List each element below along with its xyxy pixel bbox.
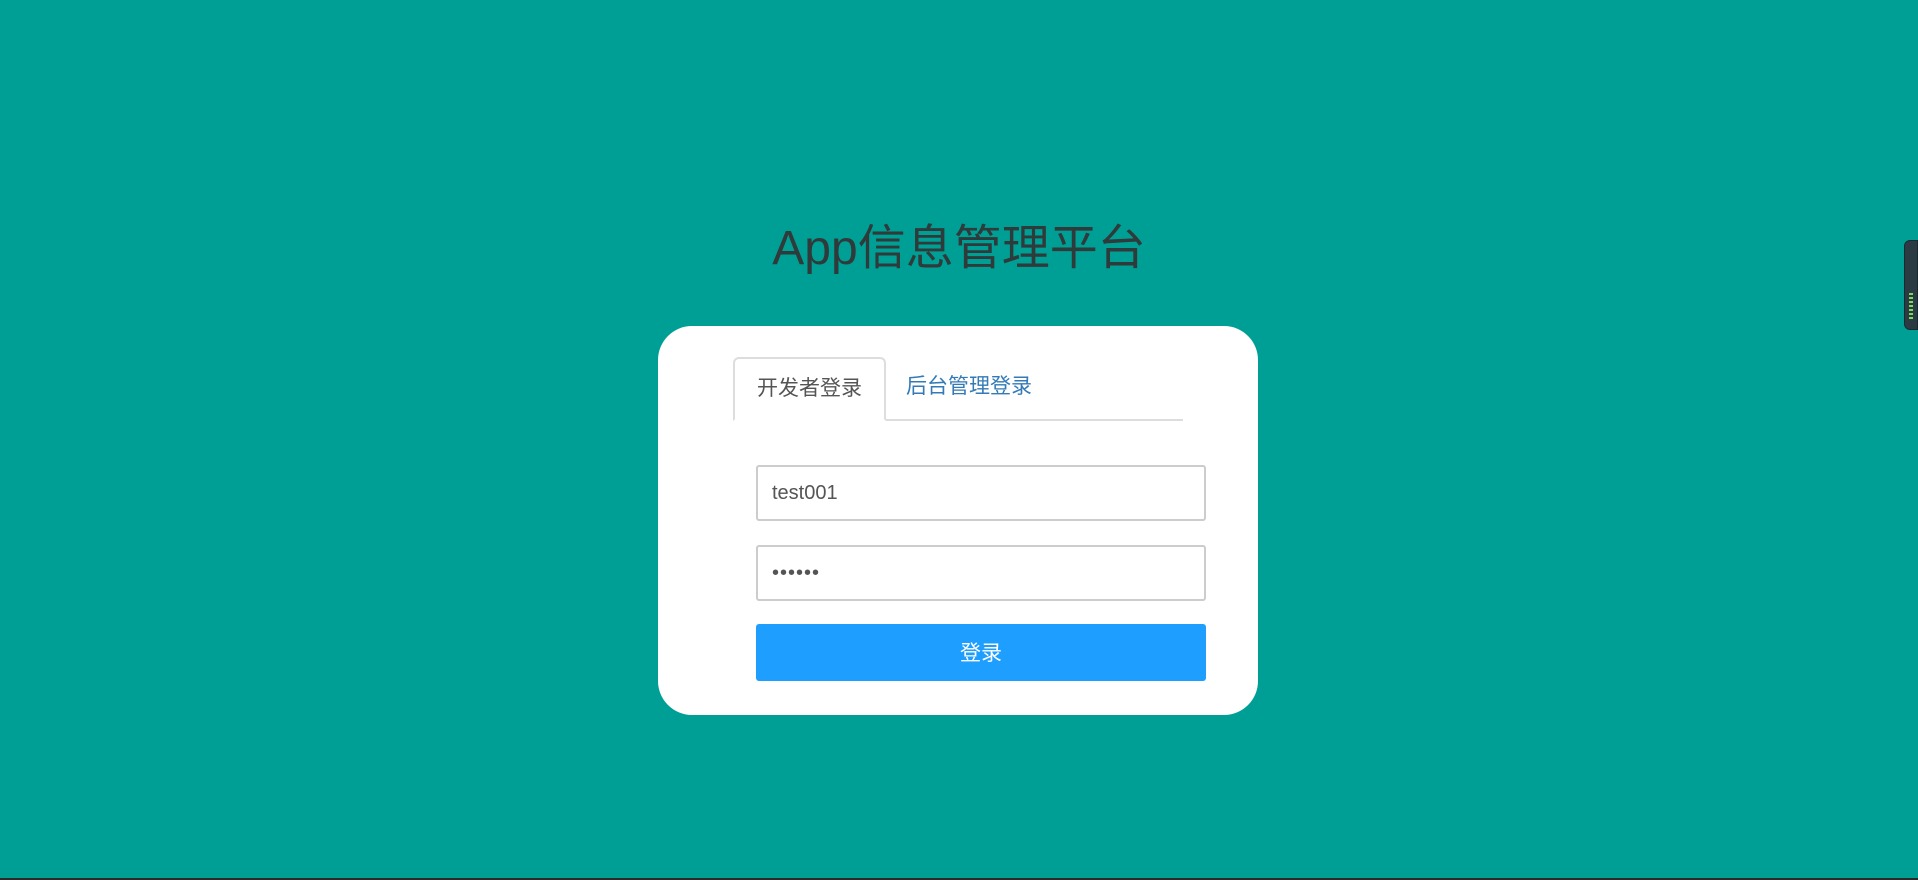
login-card: 开发者登录 后台管理登录 登录 [658,326,1258,715]
side-widget[interactable] [1904,240,1918,330]
page-title: App信息管理平台 [772,222,1146,275]
signal-meter-icon [1909,293,1913,319]
login-tabs: 开发者登录 后台管理登录 [733,357,1183,421]
password-input[interactable] [756,545,1206,601]
login-button[interactable]: 登录 [756,624,1206,681]
tab-admin-login[interactable]: 后台管理登录 [884,357,1054,417]
username-input[interactable] [756,465,1206,521]
tab-developer-login[interactable]: 开发者登录 [733,357,886,421]
